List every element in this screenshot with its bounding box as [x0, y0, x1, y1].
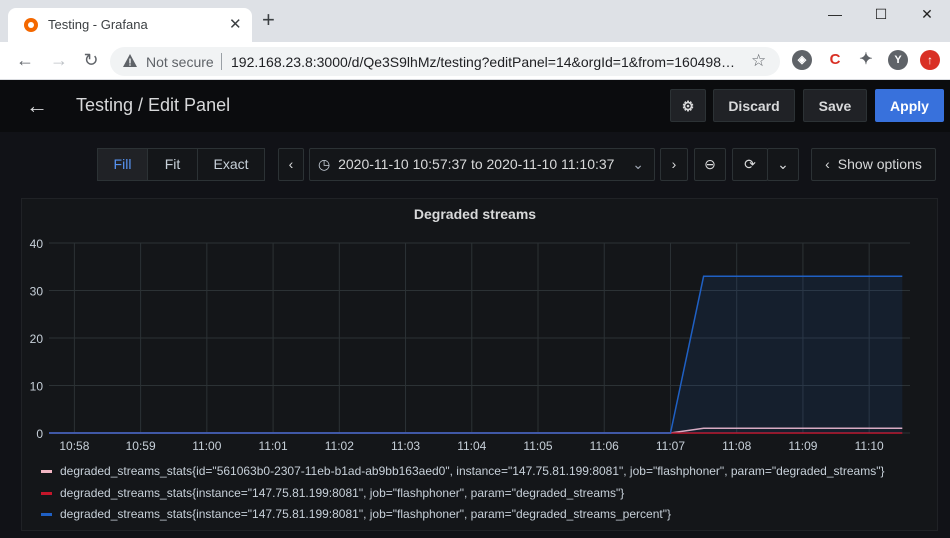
y-tick-label: 10 [30, 380, 44, 394]
x-tick-label: 11:05 [523, 439, 552, 453]
x-tick-label: 11:08 [722, 439, 751, 453]
y-tick-label: 20 [30, 332, 44, 346]
y-tick-label: 0 [36, 427, 43, 441]
x-tick-label: 11:10 [855, 439, 884, 453]
x-tick-label: 11:09 [788, 439, 817, 453]
legend-swatch [41, 492, 52, 496]
y-tick-label: 40 [30, 237, 44, 251]
series-area-2 [49, 276, 903, 433]
legend-label: degraded_streams_stats{instance="147.75.… [60, 507, 671, 521]
graph-chart[interactable]: 0 10 20 30 40 10:58 10:59 11:00 11:01 11:02 11:03 1… [0, 0, 950, 538]
legend-swatch [41, 513, 52, 517]
x-tick-label: 10:58 [59, 439, 89, 453]
x-tick-label: 11:00 [192, 439, 221, 453]
x-tick-label: 10:59 [126, 439, 156, 453]
y-tick-label: 30 [30, 285, 44, 299]
x-tick-label: 11:04 [457, 439, 486, 453]
x-tick-label: 11:02 [325, 439, 354, 453]
x-tick-label: 11:01 [259, 439, 288, 453]
legend-label: degraded_streams_stats{instance="147.75.… [60, 486, 625, 500]
legend-item[interactable]: degraded_streams_stats{instance="147.75.… [41, 486, 624, 500]
legend-label: degraded_streams_stats{id="561063b0-2307… [60, 464, 885, 478]
x-tick-label: 11:07 [656, 439, 685, 453]
legend-swatch [41, 470, 52, 474]
x-tick-label: 11:06 [590, 439, 619, 453]
legend-item[interactable]: degraded_streams_stats{instance="147.75.… [41, 507, 671, 521]
legend-item[interactable]: degraded_streams_stats{id="561063b0-2307… [41, 464, 884, 478]
x-tick-label: 11:03 [391, 439, 420, 453]
